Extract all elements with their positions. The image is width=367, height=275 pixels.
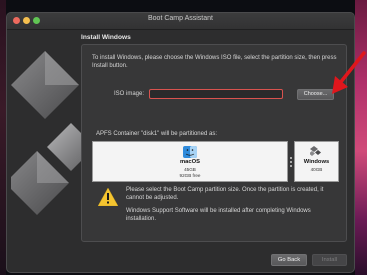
macos-partition-free: 92GB free	[179, 173, 201, 178]
boot-camp-window: Boot Camp Assistant Install Windows To i…	[6, 12, 355, 273]
desktop-background-right	[355, 0, 367, 275]
title-bar: Boot Camp Assistant	[7, 13, 354, 30]
macos-partition: macOS 45GB 92GB free	[92, 141, 288, 182]
install-button[interactable]: Install	[312, 254, 347, 266]
finder-icon	[183, 146, 197, 158]
macos-partition-name: macOS	[180, 159, 200, 165]
iso-image-label: ISO image:	[114, 91, 145, 97]
install-panel: To install Windows, please choose the Wi…	[81, 44, 347, 242]
windows-partition: Windows 40GB	[294, 141, 339, 182]
windows-icon	[310, 146, 321, 156]
warning-text: Please select the Boot Camp partition si…	[126, 187, 324, 201]
warning-icon	[98, 188, 118, 206]
support-software-text: Windows Support Software will be install…	[126, 208, 311, 222]
partition-slider: macOS 45GB 92GB free Windows 40GB	[92, 141, 339, 182]
go-back-button[interactable]: Go Back	[271, 254, 307, 266]
iso-image-field[interactable]	[149, 89, 283, 99]
partition-label: APFS Container "disk1" will be partition…	[96, 131, 217, 137]
partition-divider-handle[interactable]	[289, 141, 293, 182]
macos-partition-size: 45GB	[184, 167, 196, 172]
instructions-text: To install Windows, please choose the Wi…	[92, 55, 337, 69]
windows-partition-size: 40GB	[310, 167, 323, 172]
red-arrow-annotation	[332, 51, 366, 94]
window-title: Boot Camp Assistant	[148, 15, 213, 22]
page-title: Install Windows	[81, 34, 131, 41]
choose-button[interactable]: Choose...	[297, 89, 334, 100]
windows-partition-name: Windows	[303, 159, 330, 165]
